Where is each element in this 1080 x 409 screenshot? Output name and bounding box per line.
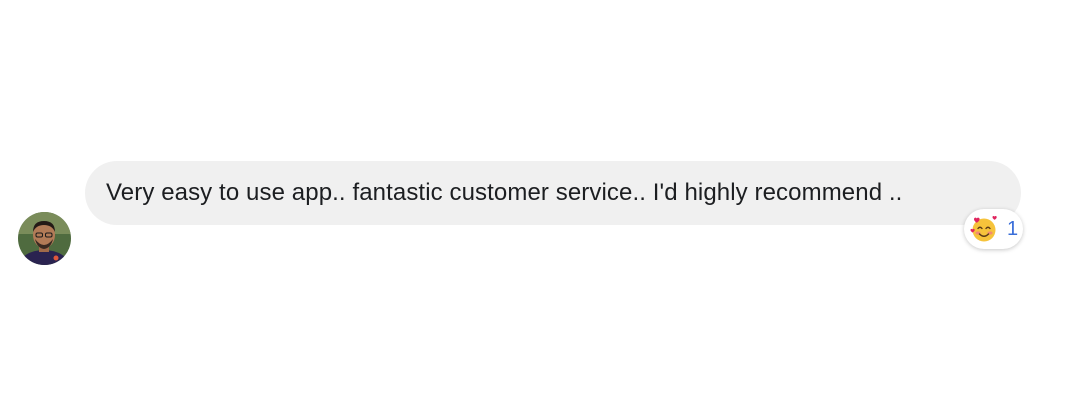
user-photo-icon — [18, 212, 71, 265]
reaction-count: 1 — [1007, 217, 1019, 240]
comment-bubble: Very easy to use app.. fantastic custome… — [85, 161, 1021, 225]
reaction-summary[interactable]: 1 — [964, 209, 1023, 249]
avatar[interactable] — [18, 212, 71, 265]
comment-text: Very easy to use app.. fantastic custome… — [106, 179, 903, 206]
smiling-face-with-hearts-icon — [970, 216, 997, 242]
